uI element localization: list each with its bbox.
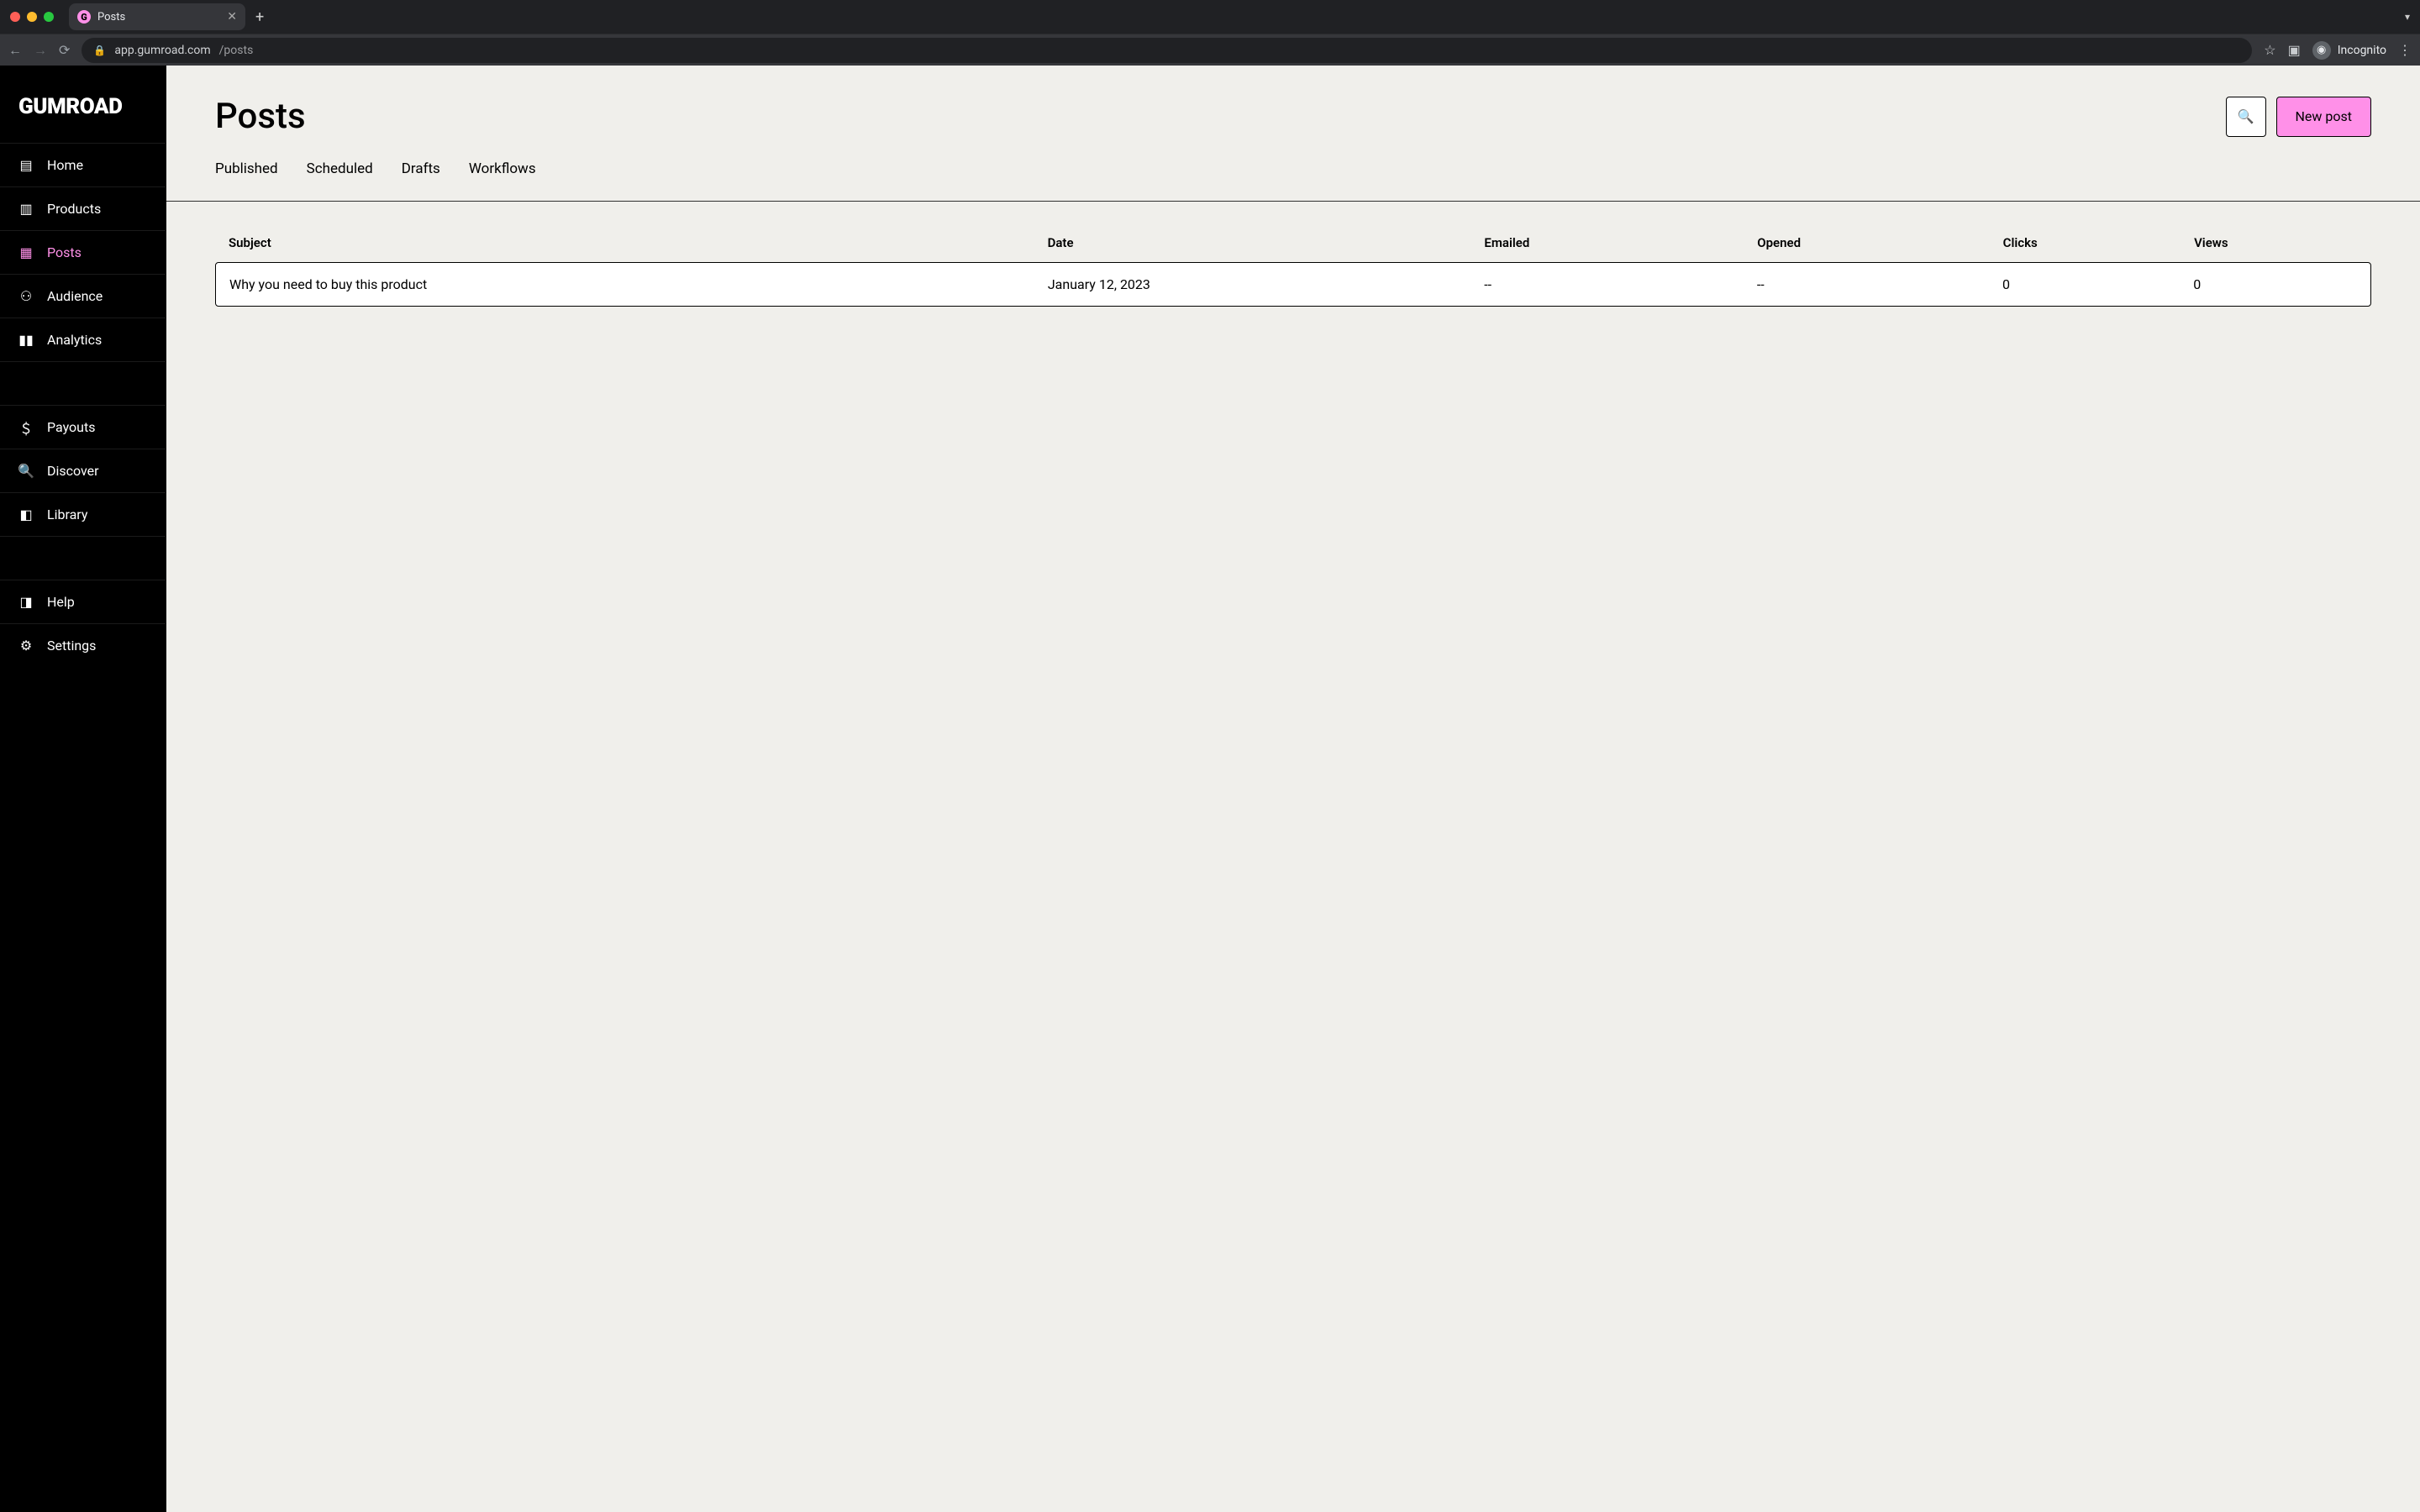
col-clicks: Clicks xyxy=(2003,235,2194,250)
search-icon: 🔍 xyxy=(2238,108,2254,124)
incognito-icon: ◉ xyxy=(2312,41,2331,60)
cell-clicks: 0 xyxy=(2002,276,2193,292)
panel-icon[interactable]: ▣ xyxy=(2288,42,2301,58)
browser-tab[interactable]: G Posts ✕ xyxy=(69,3,245,30)
cell-emailed: -- xyxy=(1484,276,1757,292)
tab-title: Posts xyxy=(97,11,220,24)
search-icon: 🔍 xyxy=(18,464,34,479)
col-opened: Opened xyxy=(1757,235,2002,250)
dollar-icon: ＄ xyxy=(18,420,34,435)
address-bar[interactable]: 🔒 app.gumroad.com/posts xyxy=(82,38,2252,63)
tabs-underline xyxy=(166,201,2420,202)
sidebar-item-label: Posts xyxy=(47,244,82,260)
brand-wordmark: GUMROAD xyxy=(18,94,122,119)
sidebar-item-analytics[interactable]: ▮▮ Analytics xyxy=(0,318,166,361)
close-tab-icon[interactable]: ✕ xyxy=(227,11,237,23)
bookmark-star-icon[interactable]: ☆ xyxy=(2264,42,2275,58)
sidebar-nav-secondary: ＄ Payouts 🔍 Discover ◧ Library xyxy=(0,405,166,536)
reload-icon[interactable]: ⟳ xyxy=(59,42,70,58)
page-header: Posts 🔍 New post xyxy=(166,66,2420,137)
sidebar-item-label: Audience xyxy=(47,288,103,304)
archive-icon: ▥ xyxy=(18,202,34,217)
browser-titlebar: G Posts ✕ + ▾ xyxy=(0,0,2420,34)
sidebar-nav-footer: ◨ Help ⚙ Settings xyxy=(0,580,166,667)
tab-published[interactable]: Published xyxy=(215,160,278,201)
cell-date: January 12, 2023 xyxy=(1048,276,1484,292)
page-title: Posts xyxy=(215,96,2226,137)
sidebar-divider xyxy=(0,361,166,405)
sidebar-item-help[interactable]: ◨ Help xyxy=(0,580,166,623)
url-path: /posts xyxy=(219,44,254,57)
kebab-menu-icon[interactable]: ⋮ xyxy=(2398,42,2412,58)
table-row[interactable]: Why you need to buy this product January… xyxy=(215,262,2371,307)
sidebar-item-label: Help xyxy=(47,594,75,610)
window-controls xyxy=(10,12,54,22)
col-emailed: Emailed xyxy=(1484,235,1757,250)
tabs: Published Scheduled Drafts Workflows xyxy=(166,137,2420,201)
sidebar-item-label: Discover xyxy=(47,463,99,479)
close-window-icon[interactable] xyxy=(10,12,20,22)
col-views: Views xyxy=(2194,235,2358,250)
sidebar-item-payouts[interactable]: ＄ Payouts xyxy=(0,405,166,449)
sidebar-item-products[interactable]: ▥ Products xyxy=(0,186,166,230)
sidebar-divider xyxy=(0,536,166,580)
tab-drafts[interactable]: Drafts xyxy=(402,160,440,201)
tabs-overflow-icon[interactable]: ▾ xyxy=(2405,11,2410,23)
posts-table: Subject Date Emailed Opened Clicks Views… xyxy=(166,202,2420,340)
new-post-button[interactable]: New post xyxy=(2276,97,2372,137)
sidebar-item-library[interactable]: ◧ Library xyxy=(0,492,166,536)
sidebar-item-discover[interactable]: 🔍 Discover xyxy=(0,449,166,492)
home-icon: ▤ xyxy=(18,158,34,173)
bar-chart-icon: ▮▮ xyxy=(18,333,34,348)
search-button[interactable]: 🔍 xyxy=(2226,97,2266,137)
sidebar-item-audience[interactable]: ⚇ Audience xyxy=(0,274,166,318)
brand-logo[interactable]: GUMROAD xyxy=(0,66,166,143)
sidebar-item-posts[interactable]: ▦ Posts xyxy=(0,230,166,274)
cell-opened: -- xyxy=(1757,276,2002,292)
col-subject: Subject xyxy=(229,235,1048,250)
sidebar-item-home[interactable]: ▤ Home xyxy=(0,143,166,186)
sidebar-item-label: Library xyxy=(47,507,87,522)
back-icon[interactable]: ← xyxy=(8,42,22,59)
tab-scheduled[interactable]: Scheduled xyxy=(307,160,373,201)
sidebar-item-settings[interactable]: ⚙ Settings xyxy=(0,623,166,667)
sidebar-item-label: Home xyxy=(47,157,83,173)
url-host: app.gumroad.com xyxy=(114,44,210,57)
favicon-icon: G xyxy=(77,10,91,24)
main-content: Posts 🔍 New post Published Scheduled Dra… xyxy=(166,66,2420,1512)
sidebar-item-label: Products xyxy=(47,201,101,217)
browser-toolbar: ← → ⟳ 🔒 app.gumroad.com/posts ☆ ▣ ◉ Inco… xyxy=(0,34,2420,66)
new-tab-button[interactable]: + xyxy=(255,8,264,26)
incognito-label: Incognito xyxy=(2338,44,2386,57)
file-icon: ▦ xyxy=(18,245,34,260)
forward-icon[interactable]: → xyxy=(34,42,47,59)
users-icon: ⚇ xyxy=(18,289,34,304)
sidebar-nav-primary: ▤ Home ▥ Products ▦ Posts ⚇ Audience ▮▮ … xyxy=(0,143,166,361)
bookmark-icon: ◧ xyxy=(18,507,34,522)
minimize-window-icon[interactable] xyxy=(27,12,37,22)
sidebar-item-label: Analytics xyxy=(47,332,102,348)
new-post-label: New post xyxy=(2296,108,2353,124)
cell-subject: Why you need to buy this product xyxy=(229,276,1048,292)
sidebar-item-label: Settings xyxy=(47,638,96,654)
col-date: Date xyxy=(1048,235,1485,250)
book-icon: ◨ xyxy=(18,595,34,610)
sidebar: GUMROAD ▤ Home ▥ Products ▦ Posts ⚇ Audi… xyxy=(0,66,166,1512)
sidebar-item-label: Payouts xyxy=(47,419,95,435)
fullscreen-window-icon[interactable] xyxy=(44,12,54,22)
cell-views: 0 xyxy=(2193,276,2357,292)
incognito-indicator[interactable]: ◉ Incognito xyxy=(2312,41,2386,60)
tab-workflows[interactable]: Workflows xyxy=(469,160,536,201)
lock-icon: 🔒 xyxy=(93,45,106,56)
gear-icon: ⚙ xyxy=(18,638,34,654)
table-header: Subject Date Emailed Opened Clicks Views xyxy=(215,235,2371,262)
